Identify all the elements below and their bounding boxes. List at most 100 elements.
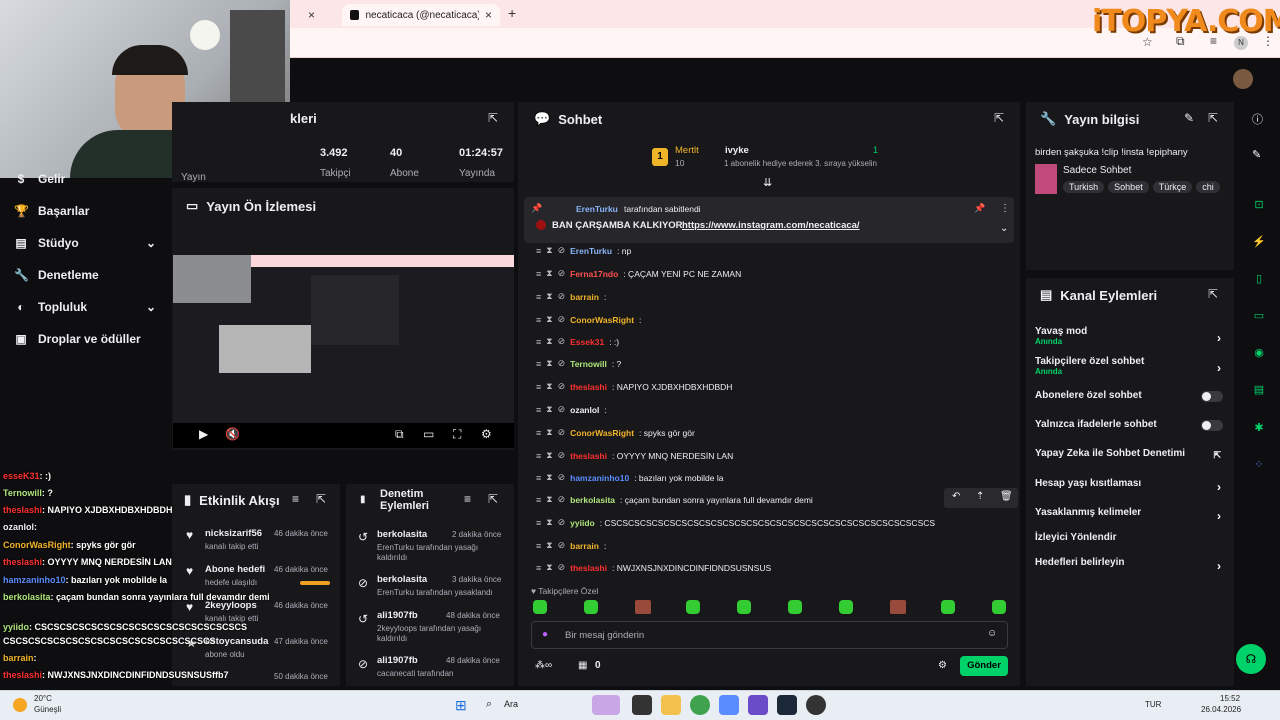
timeout-icon[interactable]: ⧗ [546,291,552,302]
widget-icon[interactable] [592,695,620,715]
chat-message[interactable]: ≡ ⧗ ⊘ ConorWasRight: [536,314,641,325]
sub-chat-toggle[interactable] [1201,391,1223,402]
emote-icon[interactable] [686,600,700,614]
store-icon[interactable]: ▦ [578,660,587,671]
info-icon[interactable]: ⓘ [1252,111,1263,127]
wrench-icon[interactable]: ✱ [1250,418,1268,436]
browser-tab[interactable]: × [300,4,340,26]
chat-username[interactable]: berkolasita [570,495,615,505]
timeout-icon[interactable]: ⧗ [546,245,552,256]
timeout-icon[interactable]: ⧗ [546,381,552,392]
chat-username[interactable]: ozanlol [570,405,599,415]
delete-icon[interactable]: ≡ [536,428,541,438]
reply-icon[interactable]: ↶ [952,491,960,502]
document-icon[interactable]: ▯ [1250,269,1268,287]
emote-chat-row[interactable]: Yalnızca ifadelerle sohbet [1035,419,1225,431]
ban-icon[interactable]: ⊘ [558,450,566,461]
file-explorer-icon[interactable] [661,695,681,715]
tag[interactable]: chi [1196,181,1220,193]
chevron-down-icon[interactable]: ⌄ [1000,223,1008,234]
delete-icon[interactable]: ≡ [536,473,541,483]
chat-input[interactable]: ● Bir mesaj gönderin ☺ [531,621,1008,649]
delete-icon[interactable]: ≡ [536,269,541,279]
settings-app-icon[interactable] [719,695,739,715]
nav-item-studyo[interactable]: ▤ Stüdyo ⌄ [14,236,156,250]
chat-message[interactable]: ≡ ⧗ ⊘ berkolasita: çaçam bundan sonra yayın… [536,494,813,505]
followers-chat-row[interactable]: Takipçilere özel sohbet Anında › [1035,356,1225,376]
pin-icon[interactable]: ⇡ [976,491,984,502]
clock-time[interactable]: 15:52 [1220,694,1240,703]
emoji-icon[interactable]: ☺ [987,628,997,639]
delete-icon[interactable]: ≡ [536,292,541,302]
banned-words-row[interactable]: Yasaklanmış kelimeler › [1035,507,1225,523]
goals-row[interactable]: Hedefleri belirleyin › [1035,557,1225,573]
ai-moderation-row[interactable]: Yapay Zeka ile Sohbet Denetimi ⇱ [1035,448,1225,460]
chrome-icon[interactable] [690,695,710,715]
emote-icon[interactable] [992,600,1006,614]
points-icon[interactable]: ⁂∞ [535,660,552,671]
chat-username[interactable]: barrain [570,541,599,551]
chat-message[interactable]: ≡ ⧗ ⊘ Fernа17ndo: ÇAÇAM YENİ PC NE ZAMAN [536,268,741,279]
ban-icon[interactable]: ⊘ [558,358,566,369]
unpin-icon[interactable]: 📌 [974,203,985,214]
chat-username[interactable]: ConorWasRight [570,315,634,325]
ban-icon[interactable]: ⊘ [558,427,566,438]
task-view-icon[interactable] [632,695,652,715]
chat-username[interactable]: theslashi [570,451,607,461]
ban-icon[interactable]: ⊘ [558,314,566,325]
chat-username[interactable]: Essek31 [570,337,604,347]
chat-message[interactable]: ≡ ⧗ ⊘ theslashi: NWJXNSJNXDINCDINFIDNDSUSNS… [536,562,771,573]
leaderboard-user[interactable]: ivyke [725,145,749,156]
chat-message[interactable]: ≡ ⧗ ⊘ ConorWasRight: spyks gör gör [536,427,695,438]
chat-username[interactable]: ConorWasRight [570,428,634,438]
ban-icon[interactable]: ⊘ [558,291,566,302]
browser-tab-tiktok[interactable]: necaticaca (@necaticaca) | TikT... × [342,4,500,26]
nav-item-gelir[interactable]: $ Gelir [14,172,66,186]
settings-icon[interactable]: ⚙ [938,660,947,671]
send-button[interactable]: Gönder [960,656,1008,676]
delete-icon[interactable]: ≡ [536,337,541,347]
delete-icon[interactable]: ≡ [536,359,541,369]
chat-message[interactable]: ≡ ⧗ ⊘ yyiido: CSCSCSCSCSCSCSCSCSCSCSCSCSCSC… [536,517,935,528]
raid-row[interactable]: İzleyici Yönlendir [1035,532,1225,543]
delete-icon[interactable]: ≡ [536,563,541,573]
timeout-icon[interactable]: ⧗ [546,427,552,438]
chat-username[interactable]: Fernа17ndo [570,269,618,279]
mic-icon[interactable]: ● [542,629,548,640]
emote-icon[interactable] [533,600,547,614]
timeout-icon[interactable]: ⧗ [546,404,552,415]
timeout-icon[interactable]: ⧗ [546,562,552,573]
emote-icon[interactable] [839,600,853,614]
discord-icon[interactable] [748,695,768,715]
nav-item-denetleme[interactable]: 🔧 Denetleme [14,268,99,282]
timeout-icon[interactable]: ⧗ [546,494,552,505]
layout-icon[interactable]: ▤ [1250,380,1268,398]
mute-icon[interactable]: 🔇 [225,427,240,441]
popout-icon[interactable]: ⇱ [488,111,498,125]
ban-icon[interactable]: ⊘ [558,562,566,573]
ban-icon[interactable]: ⊘ [558,404,566,415]
edit-icon[interactable]: ✎ [1184,111,1194,125]
fullscreen-icon[interactable]: ⛶ [453,427,461,442]
timeout-icon[interactable]: ⧗ [546,540,552,551]
clock-date[interactable]: 26.04.2026 [1201,705,1241,714]
timeout-icon[interactable]: ⧗ [546,450,552,461]
delete-icon[interactable]: ≡ [536,541,541,551]
more-icon[interactable]: ⋮ [1000,203,1010,214]
filter-icon[interactable]: ≡ [292,492,299,506]
delete-icon[interactable]: ≡ [536,405,541,415]
settings-icon[interactable]: ⚙ [481,427,492,441]
sub-chat-row[interactable]: Abonelere özel sohbet [1035,390,1225,402]
timeout-icon[interactable]: ⧗ [546,314,552,325]
chat-message[interactable]: ≡ ⧗ ⊘ theslashi: OYYYY MNQ NERDESİN LAN [536,450,733,461]
tag[interactable]: Türkçe [1152,181,1193,193]
language-indicator[interactable]: TUR [1145,700,1161,709]
delete-icon[interactable]: ≡ [536,451,541,461]
chat-message[interactable]: ≡ ⧗ ⊘ ErenTurku: np [536,245,631,256]
timeout-icon[interactable]: ⧗ [546,336,552,347]
ban-icon[interactable]: ⊘ [558,517,566,528]
chat-username[interactable]: Ternowill [570,359,607,369]
apps-icon[interactable]: ⁘ [1250,455,1268,473]
chat-username[interactable]: hamzaninho10 [570,473,629,483]
chat-message[interactable]: ≡ ⧗ ⊘ barrain: [536,540,606,551]
